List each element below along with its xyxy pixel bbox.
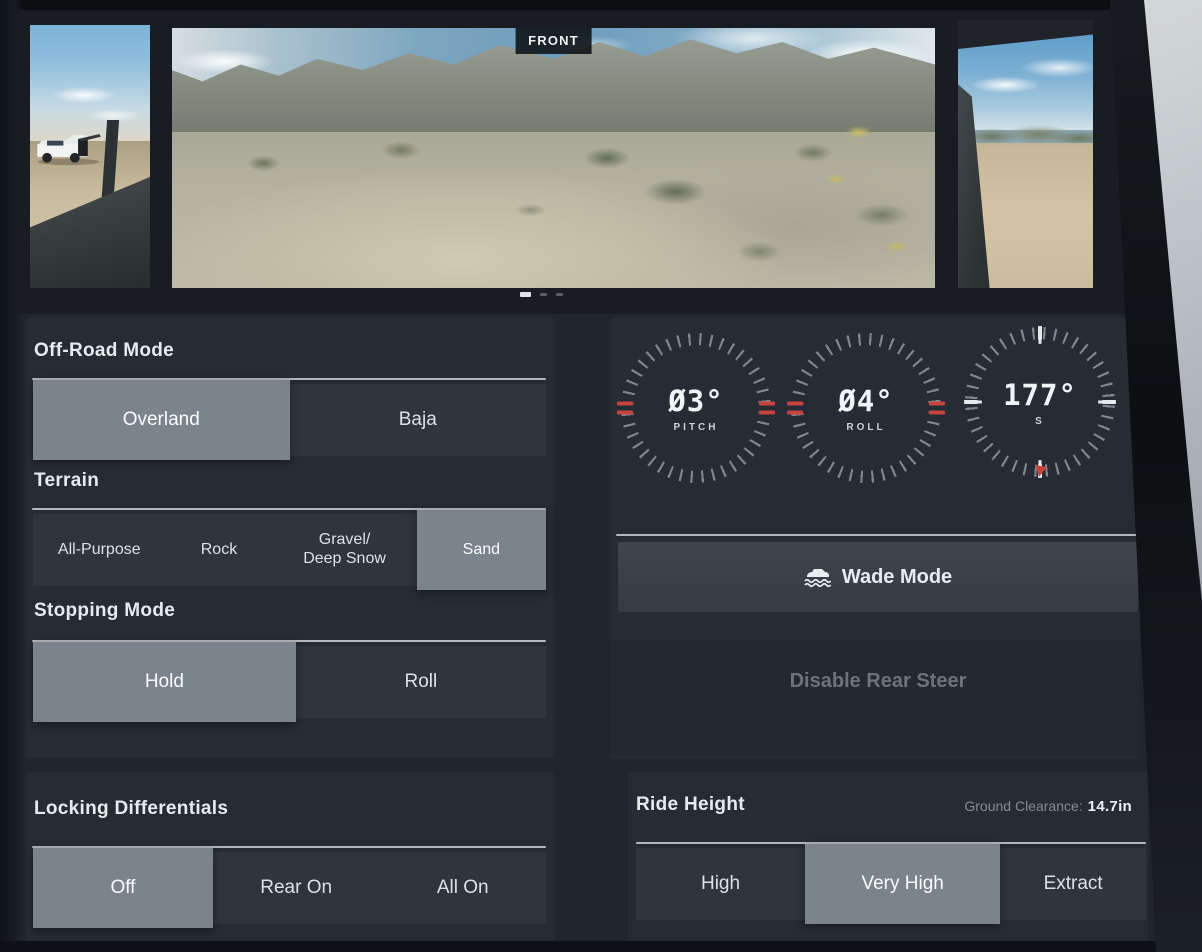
screen-bezel-bottom	[0, 941, 1202, 952]
roll-caption: ROLL	[846, 422, 885, 433]
stopping-mode-label: Stopping Mode	[34, 600, 175, 622]
locking-differentials-control: Off Rear On All On	[33, 852, 546, 924]
wade-mode-button[interactable]: Wade Mode	[618, 542, 1138, 612]
pitch-gauge: Ø3° PITCH	[620, 332, 772, 484]
front-camera-view[interactable]: FRONT	[172, 28, 935, 288]
pitch-value: Ø3°	[668, 384, 723, 418]
right-camera-view[interactable]	[958, 20, 1093, 288]
option-all-purpose[interactable]: All-Purpose	[33, 514, 166, 586]
stopping-mode-control: Hold Roll	[33, 646, 546, 718]
ground-clearance-value: 14.7in	[1088, 798, 1132, 815]
camera-page-indicator	[520, 292, 563, 297]
page-dot-active[interactable]	[520, 292, 531, 297]
option-high[interactable]: High	[636, 848, 805, 920]
option-very-high[interactable]: Very High	[805, 844, 1000, 924]
option-overland[interactable]: Overland	[33, 380, 290, 460]
right-cam-clouds	[958, 47, 1093, 117]
option-hold[interactable]: Hold	[33, 642, 296, 722]
heading-value: 177°	[1003, 378, 1077, 412]
camera-panel: FRONT	[0, 0, 1202, 314]
option-extract[interactable]: Extract	[1000, 848, 1146, 920]
compass-gauge: 177° S	[964, 326, 1116, 478]
level-mark-icon	[759, 402, 775, 415]
heading-caption: S	[1035, 416, 1045, 427]
terrain-label: Terrain	[34, 470, 99, 492]
option-gravel-deep-snow[interactable]: Gravel/ Deep Snow	[272, 514, 416, 586]
option-baja[interactable]: Baja	[290, 384, 547, 456]
disable-rear-steer-button[interactable]: Disable Rear Steer	[618, 648, 1138, 714]
option-diff-rear-on[interactable]: Rear On	[213, 852, 380, 924]
off-road-mode-control: Overland Baja	[33, 384, 546, 456]
ground-clearance-readout: Ground Clearance: 14.7in	[964, 798, 1132, 815]
option-diff-all-on[interactable]: All On	[379, 852, 546, 924]
ride-height-label: Ride Height	[636, 794, 745, 816]
front-camera-label: FRONT	[515, 28, 592, 54]
screen-bezel-top	[0, 0, 1202, 10]
roll-value: Ø4°	[838, 384, 893, 418]
option-sand[interactable]: Sand	[417, 510, 546, 590]
level-mark-icon	[787, 402, 803, 415]
ground-clearance-label: Ground Clearance:	[964, 798, 1082, 814]
option-diff-off[interactable]: Off	[33, 848, 213, 928]
front-cam-shrubs	[172, 28, 935, 288]
screen-bezel-left	[0, 0, 24, 952]
ride-height-control: High Very High Extract	[636, 848, 1146, 920]
page-dot[interactable]	[540, 293, 547, 296]
roll-gauge: Ø4° ROLL	[790, 332, 942, 484]
level-mark-icon	[617, 402, 633, 415]
terrain-control: All-Purpose Rock Gravel/ Deep Snow Sand	[33, 514, 546, 586]
option-rock[interactable]: Rock	[166, 514, 273, 586]
section-divider	[616, 534, 1138, 536]
option-roll[interactable]: Roll	[296, 646, 546, 718]
locking-differentials-label: Locking Differentials	[34, 798, 228, 820]
left-camera-view[interactable]	[30, 25, 150, 288]
pitch-caption: PITCH	[674, 422, 719, 433]
level-mark-icon	[929, 402, 945, 415]
page-dot[interactable]	[556, 293, 563, 296]
off-road-mode-label: Off-Road Mode	[34, 340, 174, 362]
wade-mode-icon	[804, 567, 831, 588]
vehicle-offroad-screen: FRONT Off-Road Mode Overland Baja Terr	[0, 0, 1202, 952]
